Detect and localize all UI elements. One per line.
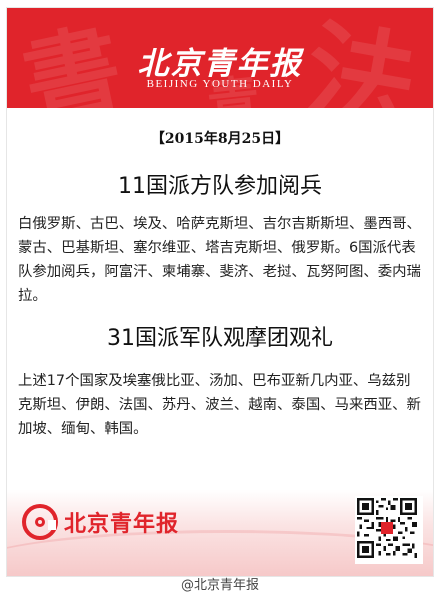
section-body-parade: 白俄罗斯、古巴、埃及、哈萨克斯坦、吉尔吉斯斯坦、墨西哥、蒙古、巴基斯坦、塞尔维亚… [18,216,421,304]
weibo-watermark: @北京青年报 [0,574,440,593]
at-sign-icon [22,504,58,540]
section-body-observers: 上述17个国家及埃塞俄比亚、汤加、巴布亚新几内亚、乌兹别克斯坦、伊朗、法国、苏丹… [18,373,421,437]
masthead-logo-english: BEIJING YOUTH DAILY [146,78,294,90]
qr-code [355,496,423,564]
footer-brand: 北京青年报 [22,500,179,544]
watermark-text: @北京青年报 [180,578,259,593]
footer-brand-name: 北京青年报 [64,512,180,537]
section-heading-parade: 11国派方队参加阅兵 [118,174,322,199]
article-date: 【2015年8月25日】 [150,131,290,147]
masthead-banner: 書 法 青 北京青年报 BEIJING YOUTH DAILY [7,8,433,108]
section-heading-observers: 31国派军队观摩团观礼 [107,326,333,351]
masthead-logo: 北京青年报 [137,46,303,82]
